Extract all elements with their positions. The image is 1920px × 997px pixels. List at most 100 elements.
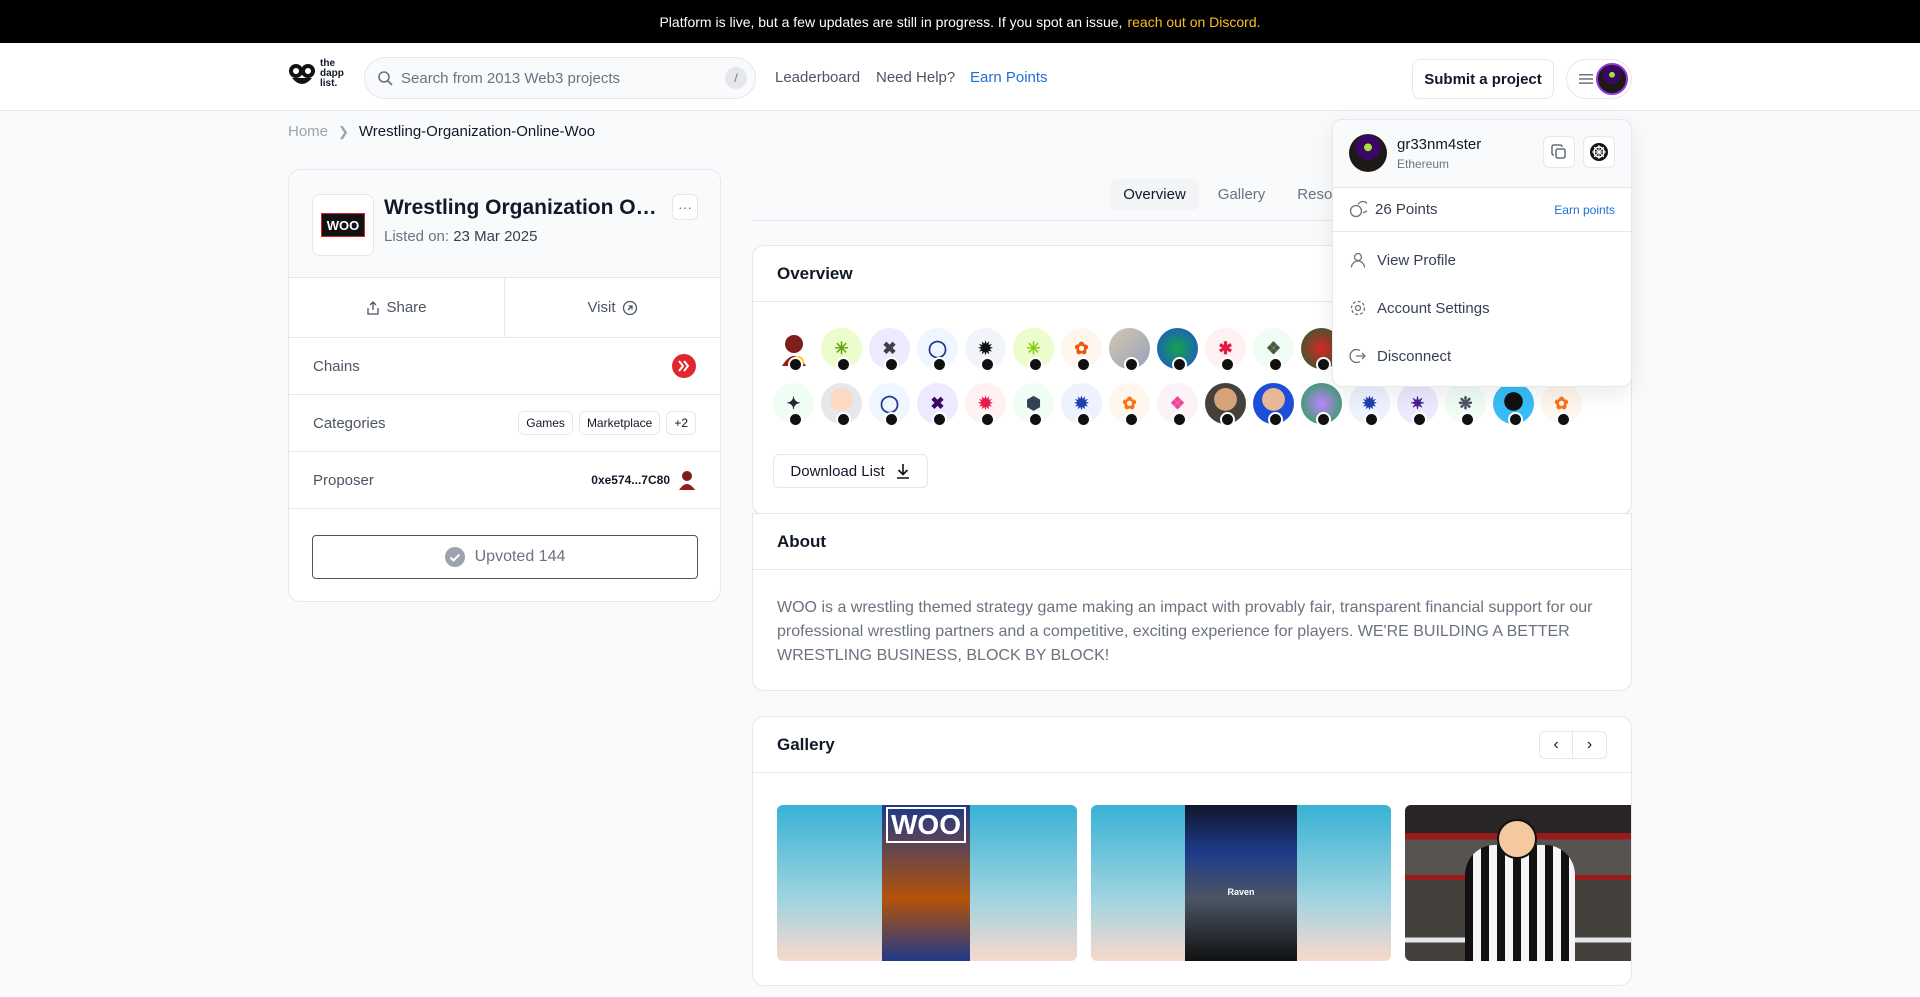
upvoter-avatar[interactable]: ✱ [1205,328,1246,372]
poster-title: WOO [886,807,966,843]
upvoter-avatar[interactable]: ✿ [1541,383,1582,427]
tab-overview[interactable]: Overview [1110,179,1199,210]
upvoter-avatar[interactable] [1301,383,1342,427]
gallery-title: Gallery [753,717,1631,773]
download-icon [896,464,909,479]
download-list-label: Download List [790,462,885,480]
upvoter-avatar[interactable]: ✹ [965,383,1006,427]
avatar-row: ✦ ◯ ✖ ✹ ⬢ ✹ ✿ ❖ ✹ ✷ ❋ ✿ [773,383,1593,427]
category-chip-games[interactable]: Games [518,411,573,435]
upvoter-avatar[interactable]: ◯ [869,383,910,427]
category-chip-marketplace[interactable]: Marketplace [578,411,661,435]
discord-link[interactable]: reach out on Discord. [1127,14,1260,30]
upvoter-badge: P [795,358,801,366]
proposer-info[interactable]: 0xe574...7C80 [585,469,696,491]
more-options-icon[interactable]: ··· [672,194,698,220]
listed-date: 23 Mar 2025 [453,228,538,245]
upvoter-avatar[interactable]: ✳ [1013,328,1054,372]
breadcrumb: Home ❯ Wrestling-Organization-Online-Woo [288,123,595,140]
menu-item-view-profile[interactable]: View Profile [1333,236,1631,284]
visit-button[interactable]: Visit [505,278,720,337]
upvoter-avatar[interactable]: ✦ [773,383,814,427]
external-arrow-icon [622,300,637,315]
upvoter-avatar[interactable] [1205,383,1246,427]
gallery-image-poster[interactable]: WOO [777,805,1077,961]
categories-chips: Games Marketplace +2 [512,411,696,435]
project-listed-date: Listed on: 23 Mar 2025 [384,228,537,245]
upvoter-avatar[interactable]: ✳ [821,328,862,372]
upvoter-avatar[interactable]: ✖ [869,328,910,372]
about-card: About WOO is a wrestling themed strategy… [752,513,1632,691]
proposer-address: 0xe574...7C80 [591,469,670,491]
gallery-next-button[interactable]: › [1573,731,1607,759]
account-menu-button[interactable] [1566,59,1632,99]
category-chip-more[interactable]: +2 [666,411,696,435]
nav-leaderboard[interactable]: Leaderboard [775,69,860,86]
upvote-button[interactable]: Upvoted 144 [312,535,698,579]
upvoter-avatar[interactable]: ✿ [1109,383,1150,427]
nav-earn-points[interactable]: Earn Points [970,69,1048,86]
menu-item-account-settings[interactable]: Account Settings [1333,284,1631,332]
upvoter-avatar[interactable]: ❋ [1445,383,1486,427]
gallery-image-card[interactable]: Raven [1091,805,1391,961]
tab-gallery[interactable]: Gallery [1205,179,1279,210]
categories-label: Categories [313,414,386,432]
search-box[interactable]: / [364,57,756,99]
search-icon [378,71,393,86]
chevron-right-icon: ❯ [338,123,349,139]
submit-project-button[interactable]: Submit a project [1412,59,1554,99]
network-button[interactable] [1583,136,1615,168]
upvoter-avatar[interactable] [1109,328,1150,372]
dropdown-avatar [1349,134,1387,172]
search-input[interactable] [401,69,721,87]
upvoter-avatar[interactable] [1253,383,1294,427]
site-logo[interactable]: the dapp list. [288,59,350,89]
about-text: WOO is a wrestling themed strategy game … [777,599,1593,664]
menu-item-label: View Profile [1377,251,1456,269]
project-logo: WOO [312,194,374,256]
upvoter-avatar[interactable]: ✖ [917,383,958,427]
menu-item-label: Disconnect [1377,347,1452,365]
upvoter-avatar[interactable]: P [773,328,814,372]
earn-points-link[interactable]: Earn points [1554,203,1615,217]
account-dropdown: gr33nm4ster Ethereum 26 Points Earn poin… [1332,119,1632,387]
logo-text: the dapp list. [320,58,344,89]
check-circle-icon [444,547,465,567]
upvoter-avatar[interactable]: ❖ [1157,383,1198,427]
chains-row: Chains [289,338,720,395]
copy-address-button[interactable] [1543,136,1575,168]
breadcrumb-home[interactable]: Home [288,123,328,140]
dropdown-username: gr33nm4ster [1397,136,1482,153]
user-icon [1350,252,1366,268]
upvoter-avatar[interactable]: ❖ [1253,328,1294,372]
upvoter-avatar[interactable]: ✷ [1397,383,1438,427]
top-header: the dapp list. / Leaderboard Need Help? … [0,43,1920,111]
nav-need-help[interactable]: Need Help? [876,69,955,86]
upvoter-avatar[interactable] [1493,383,1534,427]
proposer-avatar-icon [679,471,695,490]
upvoter-avatar[interactable] [1157,328,1198,372]
gear-icon [1350,300,1366,316]
upvoter-avatar[interactable]: ✹ [1061,383,1102,427]
upvoter-avatar[interactable]: ⬢ [1013,383,1054,427]
poster-art: WOO [882,805,970,961]
announcement-banner: Platform is live, but a few updates are … [0,0,1920,43]
menu-item-disconnect[interactable]: Disconnect [1333,332,1631,380]
share-button[interactable]: Share [289,278,505,337]
upvoter-avatar[interactable]: ◯ [917,328,958,372]
visit-label: Visit [587,299,616,316]
upvoter-avatar[interactable]: ✹ [965,328,1006,372]
share-label: Share [386,299,427,316]
menu-item-label: Account Settings [1377,299,1490,317]
upvoter-avatar[interactable]: ✹ [1349,383,1390,427]
gallery-image-referee[interactable] [1405,805,1631,961]
dropdown-points-row: 26 Points Earn points [1333,188,1631,232]
gallery-card: Gallery ‹ › WOO Raven [752,716,1632,986]
download-list-button[interactable]: Download List [773,454,928,488]
search-shortcut-badge: / [725,67,747,89]
gallery-prev-button[interactable]: ‹ [1539,731,1573,759]
upvoter-avatar[interactable] [821,383,862,427]
proposer-label: Proposer [313,471,374,489]
upvoter-avatar[interactable]: ✿ [1061,328,1102,372]
dropdown-user-info: gr33nm4ster Ethereum [1333,120,1631,188]
